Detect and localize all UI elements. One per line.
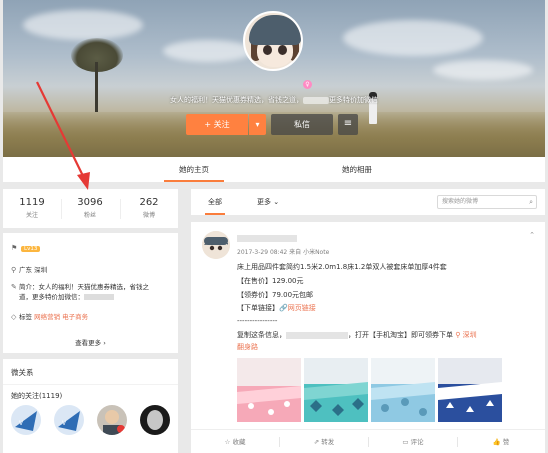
level-badge[interactable]: Lv13	[21, 246, 41, 252]
comment-icon: ▭	[402, 438, 409, 446]
followed-avatar[interactable]: V	[54, 405, 84, 435]
follow-dropdown-button[interactable]: ▾	[249, 114, 266, 135]
profile-tabs: 她的主页 她的相册	[3, 157, 545, 182]
tab-more[interactable]: 更多 ⌄	[257, 189, 279, 215]
location-row: ⚲ 广东 深圳	[11, 266, 48, 274]
favorite-button[interactable]: ☆ 收藏	[191, 430, 279, 453]
blurred-text	[303, 96, 329, 104]
post-meta: 2017-3-29 08:42 来自 小米Note	[237, 249, 330, 256]
level-row: ⚑ Lv13	[11, 244, 41, 252]
profile-avatar[interactable]	[243, 11, 303, 71]
like-button[interactable]: 👍 赞	[457, 430, 545, 453]
intro-row: ✎ 简介：女人的福利！天猫优惠券精选，省钱之	[11, 283, 149, 291]
repost-button[interactable]: ⇗ 转发	[280, 430, 368, 453]
post-author-avatar[interactable]	[202, 231, 230, 259]
thumbs-up-icon: 👍	[492, 438, 501, 446]
post-divider: ----------------	[237, 317, 278, 325]
stats-card: 1119 关注 3096 粉丝 262 微博	[3, 189, 178, 228]
post-card: 2017-3-29 08:42 来自 小米Note ⌃ 床上用品四件套简约1.5…	[191, 222, 545, 453]
tab-all[interactable]: 全部	[205, 189, 225, 215]
relations-card: 微关系 她的关注(1119) V V	[3, 359, 178, 453]
location-icon: ⚲	[11, 266, 17, 274]
search-icon[interactable]: ⌕	[529, 196, 533, 208]
feed-tabs: 全部 更多 ⌄ 搜索她的微博 ⌕	[191, 189, 545, 215]
profile-info-card: ⚑ Lv13 ⚲ 广东 深圳 ✎ 简介：女人的福利！天猫优惠券精选，省钱之 道，更多特…	[3, 233, 178, 353]
tags-link[interactable]: 网络营销 电子商务	[34, 313, 88, 321]
female-icon: ♀	[303, 80, 312, 89]
comment-button[interactable]: ▭ 评论	[369, 430, 457, 453]
stat-posts[interactable]: 262 微博	[120, 197, 178, 219]
post-text-line: 【领券价】79.00元包邮	[237, 291, 314, 299]
more-menu-button[interactable]: ≡	[338, 114, 358, 135]
tab-home[interactable]: 她的主页	[164, 157, 224, 182]
view-more-link[interactable]: 查看更多 ›	[3, 337, 178, 347]
link-icon: 🔗	[279, 304, 288, 312]
profile-bio: 女人的福利！天猫优惠券精选，省钱之道， 更多特价加微信	[170, 96, 378, 104]
location-pin-icon: ⚲	[455, 331, 461, 339]
intro-icon: ✎	[11, 283, 17, 291]
tag-icon: ◇	[11, 313, 17, 321]
post-search-input[interactable]: 搜索她的微博 ⌕	[437, 195, 537, 209]
location-detail-link[interactable]: 翻身路	[237, 343, 258, 351]
followed-avatar[interactable]	[140, 405, 170, 435]
chevron-down-icon: ⌄	[273, 198, 280, 206]
message-button[interactable]: 私信	[271, 114, 333, 135]
post-image[interactable]	[371, 358, 435, 422]
follow-button[interactable]: + 关注	[186, 114, 248, 135]
following-count-link[interactable]: 她的关注(1119)	[11, 391, 62, 401]
flag-icon: ⚑	[11, 244, 18, 252]
post-image[interactable]	[237, 358, 301, 422]
post-author-name-blurred[interactable]	[237, 235, 297, 242]
post-text-line: 【下单链接】🔗网页链接	[237, 304, 316, 312]
post-image[interactable]	[438, 358, 502, 422]
location-link[interactable]: ⚲ 深圳	[455, 331, 476, 339]
relations-title: 微关系	[11, 368, 34, 377]
post-text-line: 床上用品四件套简约1.5米2.0m1.8床1.2单双人被套床单加厚4件套	[237, 263, 447, 271]
web-link[interactable]: 🔗网页链接	[279, 304, 316, 312]
collapse-icon[interactable]: ⌃	[529, 231, 535, 239]
star-icon: ☆	[224, 438, 231, 446]
post-image[interactable]	[304, 358, 368, 422]
repost-icon: ⇗	[313, 438, 320, 446]
post-actions-bar: ☆ 收藏 ⇗ 转发 ▭ 评论 👍 赞	[191, 429, 545, 453]
post-text-line: 【在售价】129.00元	[237, 277, 304, 285]
stat-followers[interactable]: 3096 粉丝	[61, 197, 119, 219]
followed-avatar[interactable]	[97, 405, 127, 435]
tab-album[interactable]: 她的相册	[327, 157, 387, 182]
tags-row: ◇ 标签 网络营销 电子商务	[11, 313, 89, 321]
stat-following[interactable]: 1119 关注	[3, 197, 61, 219]
followed-avatar[interactable]: V	[11, 405, 41, 435]
post-text-line: 复制这条信息， ，打开【手机淘宝】即可领券下单 ⚲ 深圳	[237, 331, 477, 339]
